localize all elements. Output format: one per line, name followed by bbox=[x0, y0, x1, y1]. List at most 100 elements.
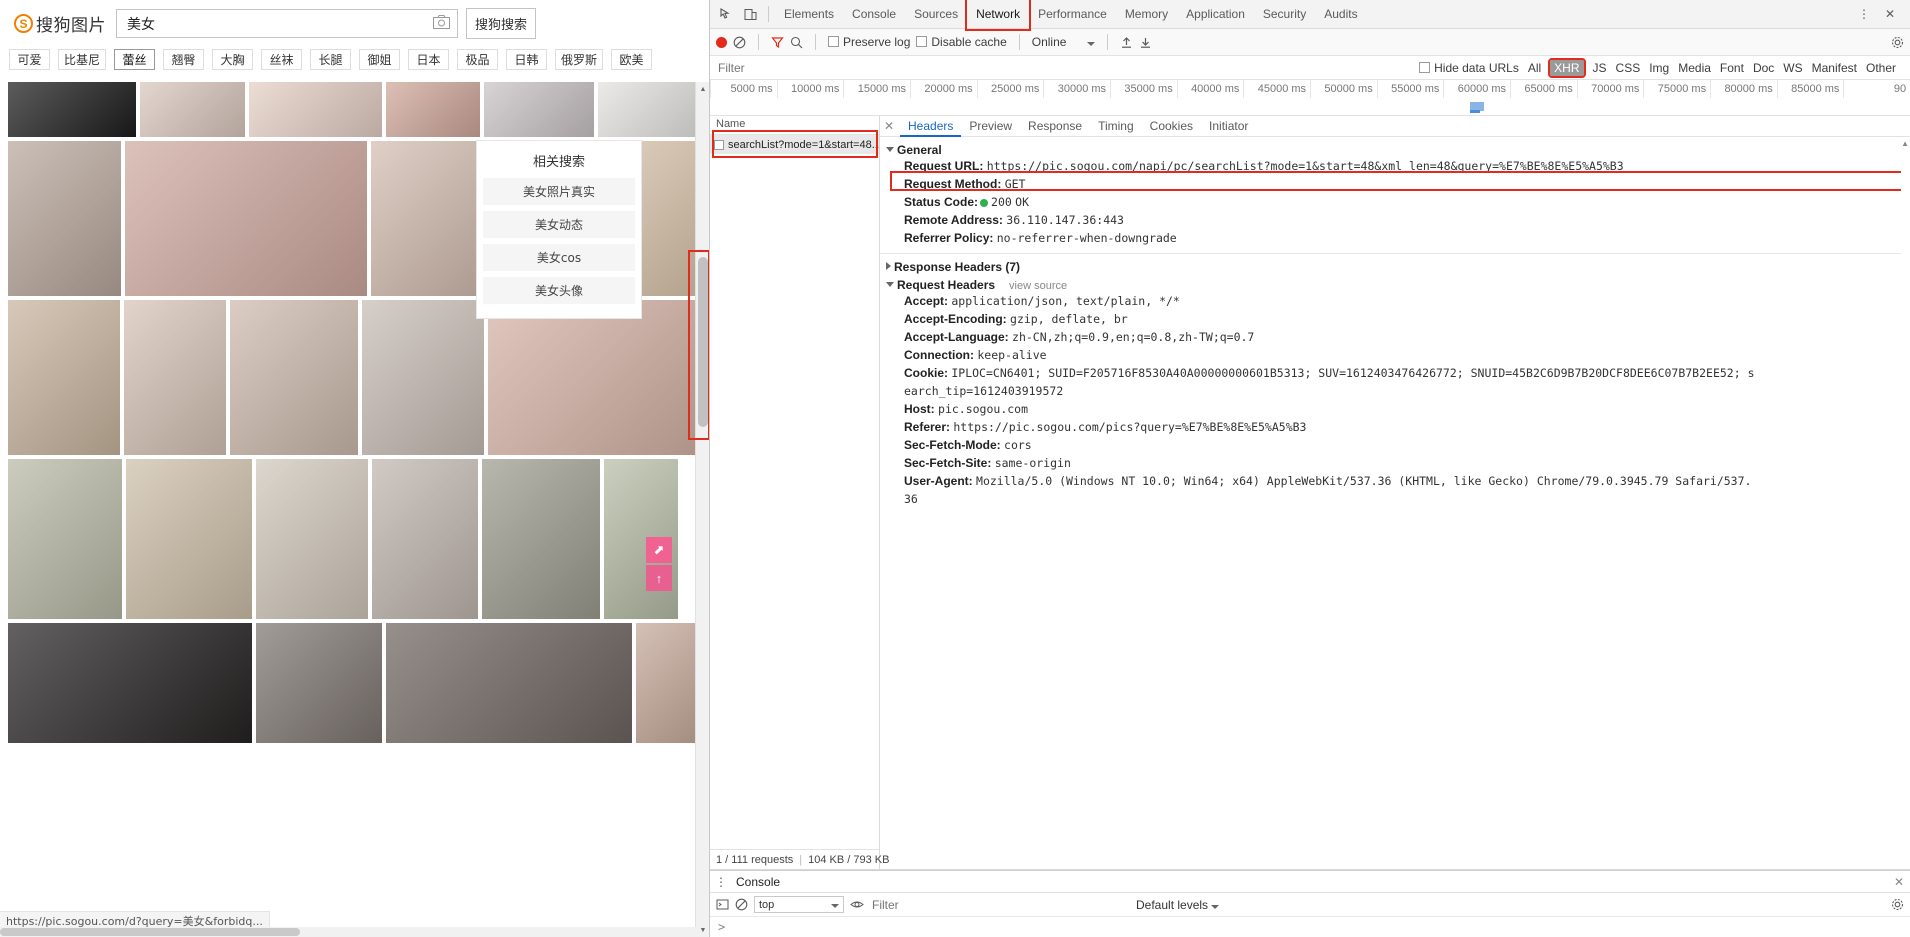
tab-memory[interactable]: Memory bbox=[1116, 0, 1177, 29]
request-headers-title[interactable]: Request Headers view source bbox=[886, 278, 1910, 292]
close-icon[interactable]: ✕ bbox=[884, 119, 894, 133]
image-thumb[interactable] bbox=[484, 82, 594, 137]
inspect-element-icon[interactable] bbox=[714, 3, 738, 25]
image-thumb[interactable] bbox=[256, 459, 368, 619]
image-thumb[interactable] bbox=[126, 459, 252, 619]
detail-tab-initiator[interactable]: Initiator bbox=[1201, 116, 1256, 137]
export-har-icon[interactable] bbox=[1139, 36, 1152, 49]
tab-performance[interactable]: Performance bbox=[1029, 0, 1116, 29]
image-thumb[interactable] bbox=[256, 623, 382, 743]
drawer-tab-console[interactable]: Console bbox=[728, 875, 788, 889]
filter-type-doc[interactable]: Doc bbox=[1753, 61, 1774, 75]
sogou-logo[interactable]: S 搜狗图片 bbox=[14, 11, 106, 36]
filter-type-css[interactable]: CSS bbox=[1616, 61, 1641, 75]
image-thumb[interactable] bbox=[371, 141, 479, 296]
search-input[interactable] bbox=[125, 14, 427, 33]
tag-changtui[interactable]: 长腿 bbox=[310, 49, 352, 70]
tab-elements[interactable]: Elements bbox=[775, 0, 843, 29]
tag-oumei[interactable]: 欧美 bbox=[611, 49, 653, 70]
more-vertical-icon[interactable]: ⋮ bbox=[714, 875, 728, 889]
filter-type-img[interactable]: Img bbox=[1649, 61, 1669, 75]
checkbox-box[interactable] bbox=[828, 36, 839, 47]
camera-icon[interactable] bbox=[433, 15, 450, 29]
chevron-down-icon[interactable] bbox=[831, 899, 839, 911]
filter-type-font[interactable]: Font bbox=[1720, 61, 1744, 75]
tag-yujie[interactable]: 御姐 bbox=[359, 49, 401, 70]
tag-qiaotun[interactable]: 翘臀 bbox=[163, 49, 205, 70]
detail-tab-headers[interactable]: Headers bbox=[900, 116, 962, 137]
tag-rihan[interactable]: 日韩 bbox=[506, 49, 548, 70]
general-section-title[interactable]: General bbox=[886, 143, 1910, 157]
hide-data-urls-checkbox[interactable]: Hide data URLs bbox=[1419, 61, 1519, 75]
response-headers-title[interactable]: Response Headers (7) bbox=[886, 260, 1910, 274]
scroll-up-icon[interactable]: ▲ bbox=[1901, 139, 1909, 148]
tag-keai[interactable]: 可爱 bbox=[9, 49, 50, 70]
tab-sources[interactable]: Sources bbox=[905, 0, 967, 29]
scroll-down-icon[interactable]: ▼ bbox=[696, 923, 709, 937]
filter-input[interactable] bbox=[716, 58, 856, 77]
search-icon[interactable] bbox=[790, 36, 803, 49]
filter-type-js[interactable]: JS bbox=[1593, 61, 1607, 75]
gear-icon[interactable] bbox=[1891, 36, 1904, 49]
image-thumb[interactable] bbox=[488, 300, 700, 455]
image-thumb[interactable] bbox=[8, 82, 136, 137]
chevron-down-icon[interactable] bbox=[1087, 35, 1096, 49]
clear-console-icon[interactable] bbox=[735, 898, 748, 911]
scroll-up-icon[interactable]: ▲ bbox=[696, 82, 709, 96]
checkbox-box[interactable] bbox=[916, 36, 928, 47]
chevron-right-icon[interactable] bbox=[886, 262, 891, 270]
filter-type-manifest[interactable]: Manifest bbox=[1812, 61, 1857, 75]
checkbox-box[interactable] bbox=[1419, 61, 1431, 73]
detail-tab-response[interactable]: Response bbox=[1020, 116, 1090, 137]
close-icon[interactable]: ✕ bbox=[1894, 875, 1910, 889]
tab-console[interactable]: Console bbox=[843, 0, 905, 29]
page-horizontal-scrollbar[interactable] bbox=[0, 927, 696, 937]
tab-security[interactable]: Security bbox=[1254, 0, 1315, 29]
filter-type-xhr[interactable]: XHR bbox=[1548, 57, 1586, 78]
image-thumb[interactable] bbox=[386, 82, 480, 137]
detail-scrollbar[interactable]: ▲ bbox=[1901, 137, 1910, 869]
funnel-icon[interactable] bbox=[771, 36, 784, 49]
console-filter-input[interactable] bbox=[870, 896, 1120, 913]
filter-type-all[interactable]: All bbox=[1528, 61, 1541, 75]
related-search-item[interactable]: 美女照片真实 bbox=[483, 178, 635, 205]
search-button[interactable]: 搜狗搜索 bbox=[466, 8, 536, 39]
device-toolbar-icon[interactable] bbox=[738, 3, 762, 25]
related-search-item[interactable]: 美女cos bbox=[483, 244, 635, 271]
tag-daxiong[interactable]: 大胸 bbox=[212, 49, 254, 70]
detail-tab-timing[interactable]: Timing bbox=[1090, 116, 1142, 137]
detail-tab-preview[interactable]: Preview bbox=[961, 116, 1020, 137]
view-source-link[interactable]: view source bbox=[1009, 280, 1067, 292]
image-thumb[interactable] bbox=[598, 82, 706, 137]
request-row[interactable]: searchList?mode=1&start=48... bbox=[710, 135, 879, 154]
clear-icon[interactable] bbox=[733, 36, 746, 49]
tab-network[interactable]: Network bbox=[965, 0, 1032, 31]
related-search-item[interactable]: 美女头像 bbox=[483, 277, 635, 304]
chevron-down-icon[interactable] bbox=[886, 282, 894, 287]
tab-application[interactable]: Application bbox=[1177, 0, 1254, 29]
image-thumb[interactable] bbox=[8, 141, 121, 296]
image-thumb[interactable] bbox=[636, 623, 704, 743]
image-thumb[interactable] bbox=[372, 459, 478, 619]
image-thumb[interactable] bbox=[249, 82, 382, 137]
tag-bikini[interactable]: 比基尼 bbox=[58, 49, 107, 70]
chevron-down-icon[interactable] bbox=[886, 147, 894, 152]
preserve-log-checkbox[interactable]: Preserve log bbox=[828, 35, 910, 49]
related-search-item[interactable]: 美女动态 bbox=[483, 211, 635, 238]
image-thumb[interactable] bbox=[8, 459, 122, 619]
image-thumb[interactable] bbox=[8, 300, 120, 455]
console-prompt[interactable]: > bbox=[710, 917, 1910, 937]
filter-type-other[interactable]: Other bbox=[1866, 61, 1896, 75]
execution-context-select[interactable]: top bbox=[754, 896, 844, 913]
throttling-select[interactable]: Online bbox=[1032, 35, 1096, 49]
tab-audits[interactable]: Audits bbox=[1315, 0, 1366, 29]
filter-type-ws[interactable]: WS bbox=[1783, 61, 1802, 75]
tag-jipin[interactable]: 极品 bbox=[457, 49, 499, 70]
live-expression-icon[interactable] bbox=[850, 898, 864, 911]
image-thumb[interactable] bbox=[482, 459, 600, 619]
image-thumb[interactable] bbox=[125, 141, 367, 296]
network-timeline-overview[interactable]: 5000 ms 10000 ms 15000 ms 20000 ms 25000… bbox=[710, 80, 1910, 116]
gear-icon[interactable] bbox=[1891, 898, 1904, 911]
image-thumb[interactable] bbox=[8, 623, 252, 743]
detail-tab-cookies[interactable]: Cookies bbox=[1142, 116, 1201, 137]
